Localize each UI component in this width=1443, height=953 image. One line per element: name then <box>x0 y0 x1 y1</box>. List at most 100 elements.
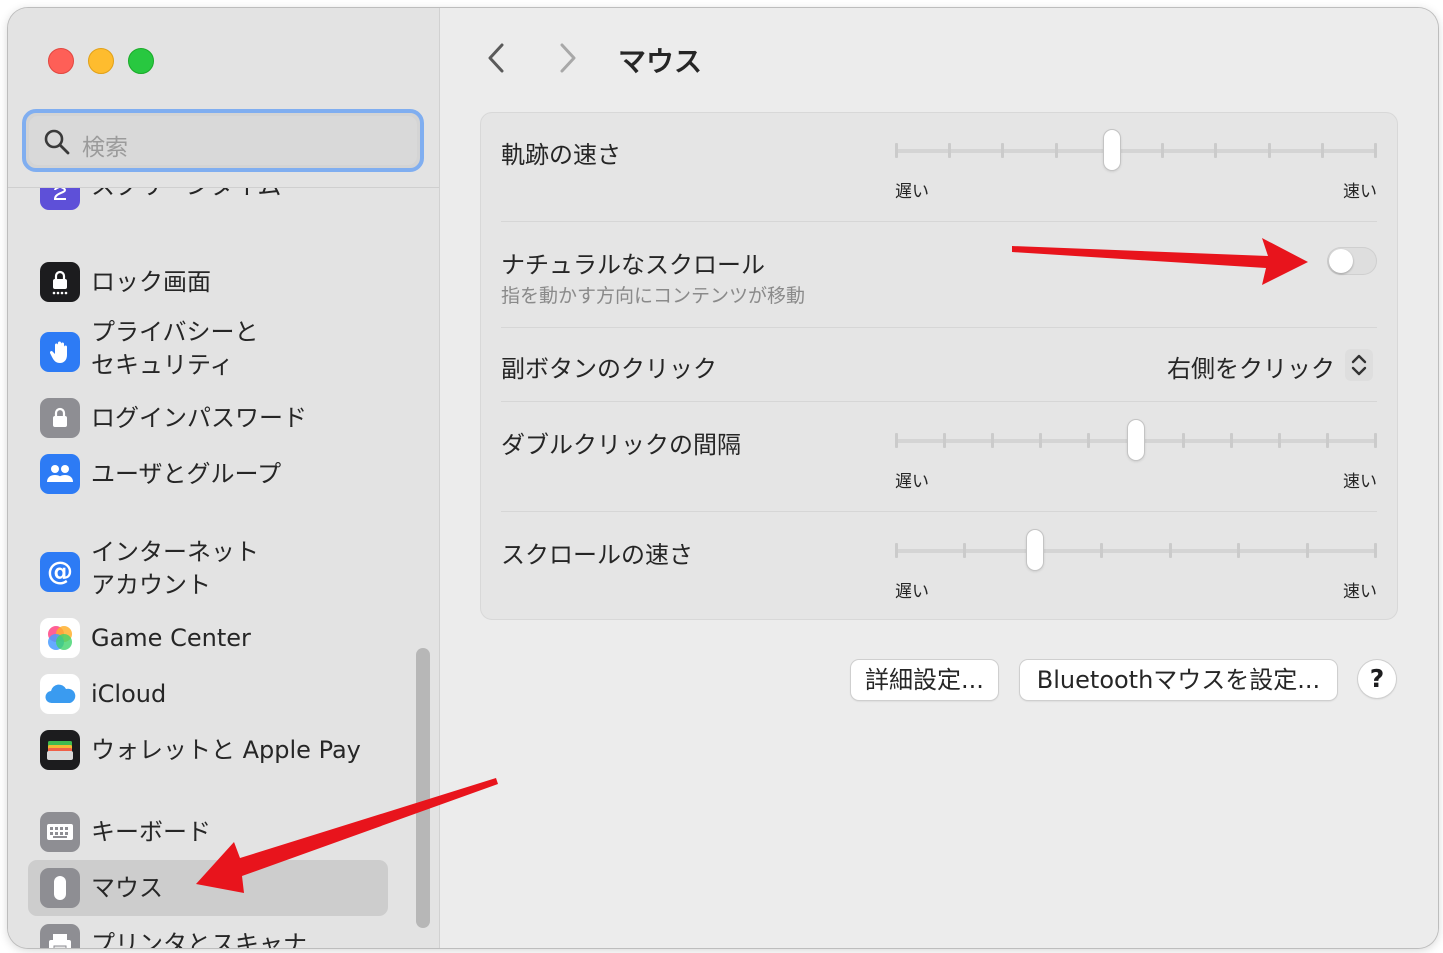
sidebar-item-printers-scanners[interactable]: プリンタとスキャナ <box>28 916 388 948</box>
slider-max-label: 速い <box>1343 182 1377 202</box>
slider-thumb[interactable] <box>1103 130 1120 170</box>
slider-min-label: 遅い <box>895 582 929 602</box>
slider-tick <box>1054 143 1058 158</box>
slider-thumb[interactable] <box>1026 530 1043 570</box>
lock-screen-icon <box>40 262 80 302</box>
slider-tick <box>895 143 898 158</box>
slider-tick <box>1374 143 1377 158</box>
slider-tick <box>895 433 898 448</box>
sidebar-item-users-groups[interactable]: ユーザとグループ <box>28 446 388 502</box>
row-divider <box>501 401 1377 402</box>
sidebar-item-login-password[interactable]: ログインパスワード <box>28 390 388 446</box>
slider-thumb[interactable] <box>1128 420 1144 460</box>
slider-tick <box>1320 143 1324 158</box>
bluetooth-mouse-setup-button[interactable]: Bluetoothマウスを設定... <box>1020 660 1337 700</box>
secondary-click-value[interactable]: 右側をクリック <box>1167 349 1335 384</box>
slider-tick <box>1326 433 1330 448</box>
slider-tick <box>895 543 898 558</box>
page-title: マウス <box>618 45 703 78</box>
slider-tick <box>963 543 967 558</box>
popup-stepper-button[interactable] <box>1345 349 1373 381</box>
slider-tick <box>1001 143 1005 158</box>
slider-tick <box>1038 433 1042 448</box>
search-field[interactable]: 検索 <box>22 109 424 172</box>
sidebar-item-wallet[interactable]: ウォレットと Apple Pay <box>28 722 388 778</box>
slider-tick <box>1100 543 1104 558</box>
slider-tick <box>1214 143 1218 158</box>
natural-scroll-label: ナチュラルなスクロール <box>501 251 765 279</box>
chevron-left-icon[interactable] <box>484 42 508 74</box>
updown-chevron-icon <box>1351 354 1367 376</box>
lock-icon <box>40 398 80 438</box>
help-button[interactable]: ? <box>1358 660 1396 698</box>
double-click-slider[interactable]: 遅い 速い <box>895 403 1377 492</box>
natural-scroll-description: 指を動かす方向にコンテンツが移動 <box>501 285 806 307</box>
natural-scroll-toggle[interactable] <box>1327 247 1377 275</box>
sidebar-item-icloud[interactable]: iCloud <box>28 666 388 722</box>
slider-tick <box>1086 433 1090 448</box>
zoom-window-button[interactable] <box>128 48 154 74</box>
slider-tick <box>1168 543 1172 558</box>
sidebar-item-label: Game Center <box>91 624 251 652</box>
sidebar-item-privacy-security[interactable]: プライバシーと セキュリティ <box>28 316 388 388</box>
advanced-settings-button[interactable]: 詳細設定... <box>851 660 998 700</box>
slider-tick <box>1182 433 1186 448</box>
sidebar-item-label-line1: プライバシーと <box>91 318 259 346</box>
double-click-label: ダブルクリックの間隔 <box>501 431 741 459</box>
icloud-icon <box>40 674 80 714</box>
slider-tick <box>1237 543 1241 558</box>
sidebar-item-label: iCloud <box>91 680 167 708</box>
sidebar-item-label: ロック画面 <box>91 268 211 296</box>
settings-panel: 軌跡の速さ 遅い 速い ナチュラルなスクロール 指を動かす方向にコンテンツが移動… <box>480 112 1398 620</box>
scroll-speed-label: スクロールの速さ <box>501 541 693 569</box>
search-placeholder: 検索 <box>82 135 128 161</box>
sidebar-item-label: ウォレットと Apple Pay <box>91 736 361 764</box>
slider-max-label: 速い <box>1343 582 1377 602</box>
sidebar-item-label: ユーザとグループ <box>91 460 282 488</box>
hourglass-icon <box>40 188 80 210</box>
sidebar-item-label: ログインパスワード <box>91 404 307 432</box>
sidebar-scrollbar[interactable] <box>416 648 430 928</box>
slider-tick <box>1305 543 1309 558</box>
row-divider <box>501 221 1377 222</box>
sidebar-item-internet-accounts[interactable]: @ インターネット アカウント <box>28 536 388 608</box>
slider-track <box>895 149 1377 153</box>
sidebar-item-label-line2: セキュリティ <box>91 351 234 379</box>
sidebar-item-lock-screen[interactable]: ロック画面 <box>28 254 388 310</box>
users-icon <box>40 454 80 494</box>
scroll-speed-slider[interactable]: 遅い 速い <box>895 513 1377 602</box>
at-icon: @ <box>40 552 80 592</box>
wallet-icon <box>40 730 80 770</box>
slider-tick <box>1278 433 1282 448</box>
sidebar-item-keyboard[interactable]: キーボード <box>28 804 388 860</box>
row-divider <box>501 327 1377 328</box>
slider-tick <box>1161 143 1165 158</box>
game-center-icon <box>40 618 80 658</box>
close-window-button[interactable] <box>48 48 74 74</box>
sidebar: 検索 スクリーンタイム ロック画面 <box>8 8 440 948</box>
sidebar-item-label: マウス <box>91 874 163 902</box>
sidebar-item-label: スクリーンタイム <box>91 188 281 203</box>
keyboard-icon <box>40 812 80 852</box>
sidebar-item-label: プリンタとスキャナ <box>91 930 307 948</box>
hand-icon <box>40 332 80 372</box>
search-icon <box>44 129 70 155</box>
slider-tick <box>1374 543 1377 558</box>
chevron-right-icon[interactable] <box>556 42 580 74</box>
slider-tick <box>942 433 946 448</box>
row-divider <box>501 511 1377 512</box>
slider-max-label: 速い <box>1343 472 1377 492</box>
tracking-speed-slider[interactable]: 遅い 速い <box>895 113 1377 202</box>
sidebar-item-label: キーボード <box>91 818 211 846</box>
main-content: マウス 軌跡の速さ 遅い 速い ナチュラルなスクロール 指を動かす方向にコンテン… <box>440 8 1438 948</box>
slider-tick <box>990 433 994 448</box>
sidebar-list: スクリーンタイム ロック画面 プライバシーと セキュリティ <box>8 188 439 948</box>
mouse-icon <box>40 868 80 908</box>
sidebar-item-screen-time[interactable]: スクリーンタイム <box>28 188 388 226</box>
sidebar-item-label-line2: アカウント <box>91 571 211 599</box>
slider-tick <box>1374 433 1377 448</box>
slider-min-label: 遅い <box>895 182 929 202</box>
minimize-window-button[interactable] <box>88 48 114 74</box>
sidebar-item-game-center[interactable]: Game Center <box>28 610 388 666</box>
sidebar-item-mouse[interactable]: マウス <box>28 860 388 916</box>
